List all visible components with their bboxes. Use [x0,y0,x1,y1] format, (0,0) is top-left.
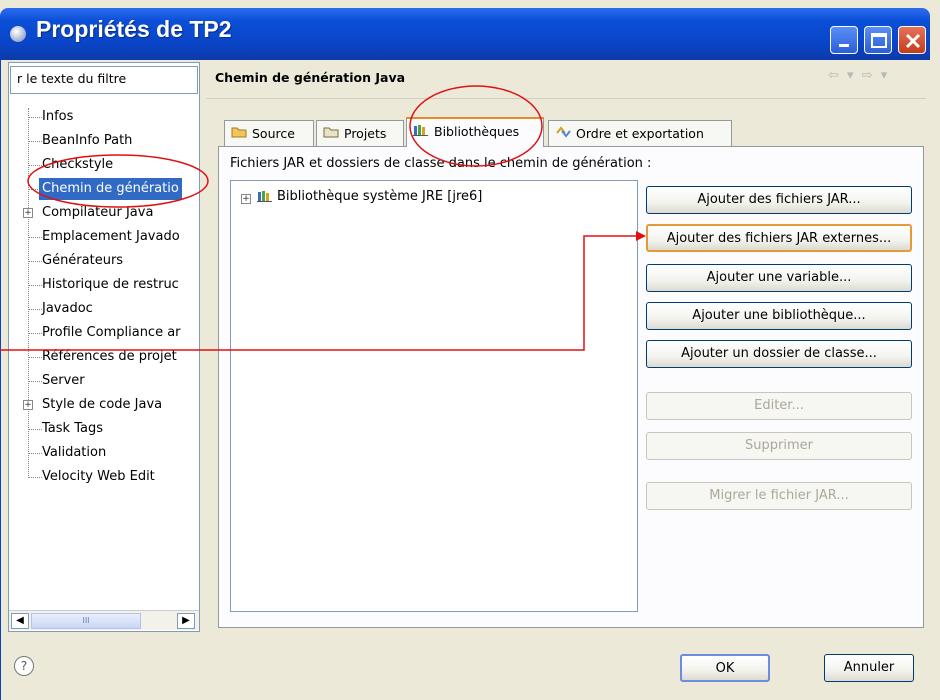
cancel-button[interactable]: Annuler [824,654,914,682]
library-icon [257,189,277,204]
tree-connector [28,333,42,334]
maximize-button[interactable] [864,26,892,54]
tree-item-label: Profile Compliance ar [42,325,181,340]
tree-item[interactable]: Historique de restruc [14,274,200,296]
back-arrow-icon[interactable]: ⇦ ▾ [828,68,856,83]
tree-item[interactable]: + Style de code Java [14,394,200,416]
ok-button[interactable]: OK [680,654,770,682]
tree-item-label: Compilateur Java [42,205,154,220]
tree-item-label: Emplacement Javado [42,229,180,244]
tree-item-label: Validation [42,445,107,460]
tree-item[interactable]: + Compilateur Java [14,202,200,224]
history-navigation[interactable]: ⇦ ▾ ⇨ ▾ [828,68,889,83]
tab-order-export-label: Ordre et exportation [576,126,704,141]
tab-libraries-label: Bibliothèques [434,124,520,139]
edit-button[interactable]: Editer... [646,392,912,420]
tab-libraries[interactable]: Bibliothèques [406,117,544,147]
tree-item-label: Historique de restruc [42,277,179,292]
tree-item[interactable]: Checkstyle [14,154,200,176]
tree-item[interactable]: Emplacement Javado [14,226,200,248]
page-title: Chemin de génération Java [215,70,406,85]
tree-item-label: Style de code Java [42,397,163,412]
tree-connector [28,309,42,310]
tab-source-label: Source [252,126,295,141]
tree-item[interactable]: Server [14,370,200,392]
projects-icon [323,125,339,141]
minimize-button[interactable] [830,26,858,54]
jre-library-label: Bibliothèque système JRE [jre6] [277,189,483,204]
source-folder-icon [231,125,247,141]
tree-connector [28,453,42,454]
tree-connector [28,429,42,430]
remove-button[interactable]: Supprimer [646,432,912,460]
horizontal-scrollbar[interactable]: ◀ III ▶ [9,610,199,630]
add-jars-button[interactable]: Ajouter des fichiers JAR... [646,186,912,214]
classpath-description: Fichiers JAR et dossiers de classe dans … [230,156,652,171]
list-item[interactable]: + Bibliothèque système JRE [jre6] [241,189,482,204]
tree-item[interactable]: Références de projet [14,346,200,368]
window-icon [10,26,26,42]
order-export-icon [555,125,571,141]
tree-connector [28,237,42,238]
tree-connector [28,381,42,382]
tree-connector [28,117,42,118]
close-button[interactable] [898,26,926,54]
help-icon[interactable]: ? [14,656,34,676]
tree-connector [28,165,42,166]
scroll-thumb[interactable]: III [31,613,141,629]
add-library-button[interactable]: Ajouter une bibliothèque... [646,302,912,330]
tree-item-label: Générateurs [42,253,124,268]
migrate-jar-button[interactable]: Migrer le fichier JAR... [646,482,912,510]
scroll-right-button[interactable]: ▶ [177,613,195,629]
properties-dialog: Propriétés de TP2 r le texte du filtre I… [0,0,940,700]
tree-item[interactable]: Chemin de génératio [14,178,200,200]
window-title: Propriétés de TP2 [36,16,232,42]
tree-item-label: BeanInfo Path [42,133,133,148]
tree-connector [28,477,42,478]
tree-item-label: Task Tags [42,421,103,436]
tree-item-label: Server [42,373,85,388]
header-divider [206,98,926,99]
tree-connector [28,357,42,358]
tree-item[interactable]: Générateurs [14,250,200,272]
title-bar[interactable]: Propriétés de TP2 [0,8,930,60]
tree-item-label: Références de projet [42,349,177,364]
tree-item-label: Infos [42,109,74,124]
add-external-jars-button[interactable]: Ajouter des fichiers JAR externes... [646,224,912,252]
forward-arrow-icon[interactable]: ⇨ ▾ [862,68,890,83]
expand-icon[interactable]: + [23,400,33,410]
tree-item[interactable]: BeanInfo Path [14,130,200,152]
tree-item[interactable]: Velocity Web Edit [14,466,200,488]
tab-order-export[interactable]: Ordre et exportation [548,120,732,146]
expand-icon[interactable]: + [23,208,33,218]
scroll-left-button[interactable]: ◀ [11,613,29,629]
tree-item-label: Checkstyle [42,157,114,172]
tree-item-label: Chemin de génératio [39,178,182,200]
tree-item[interactable]: Profile Compliance ar [14,322,200,344]
add-variable-button[interactable]: Ajouter une variable... [646,264,912,292]
add-class-folder-button[interactable]: Ajouter un dossier de classe... [646,340,912,368]
expand-icon[interactable]: + [241,194,251,204]
classpath-entries-list[interactable]: + Bibliothèque système JRE [jre6] [230,180,638,612]
tree-item[interactable]: Task Tags [14,418,200,440]
library-icon [413,123,429,139]
property-tree: Infos BeanInfo Path Checkstyle Chemin de gé… [14,106,200,596]
tree-connector [28,285,42,286]
filter-input[interactable]: r le texte du filtre [10,66,198,94]
tab-projects-label: Projets [344,126,387,141]
tab-projects[interactable]: Projets [316,120,404,146]
tree-item[interactable]: Infos [14,106,200,128]
tab-source[interactable]: Source [224,120,314,146]
tree-item-label: Javadoc [42,301,93,316]
tree-item[interactable]: Validation [14,442,200,464]
tree-connector [28,261,42,262]
tree-item-label: Velocity Web Edit [42,469,155,484]
tree-connector [28,141,42,142]
tree-item[interactable]: Javadoc [14,298,200,320]
